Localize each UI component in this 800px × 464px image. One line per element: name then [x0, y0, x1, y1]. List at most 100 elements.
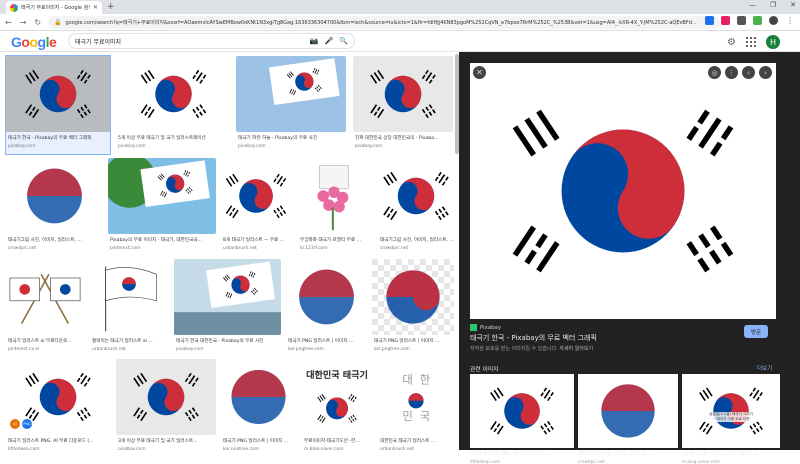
reload-icon[interactable]: ↻ — [34, 18, 41, 27]
close-window-icon[interactable]: ✕ — [790, 1, 796, 9]
result-item[interactable]: 태극기 PNG 일러스트 | 이미지 ... kor.pngtree.com — [286, 259, 367, 357]
result-thumbnail[interactable] — [108, 158, 216, 234]
avatar[interactable]: H — [766, 35, 780, 49]
result-item[interactable]: Pixabay의 무료 이미지 - 태극기, 대한민국국... pinterest… — [108, 158, 216, 256]
result-item[interactable]: 태극기 PNG 일러스트 | 이미지 ... kor.pngtree.com — [221, 359, 296, 450]
extension-icon[interactable] — [737, 16, 746, 25]
result-thumbnail[interactable] — [353, 56, 453, 132]
result-item[interactable]: 대 한 민 국 대한민국 태극기 일러스트 ... urbanbrush.net — [378, 359, 454, 450]
result-item[interactable]: 태극기 일러스트 ai 무료다운로... pinterest.co.kr — [6, 259, 84, 357]
result-caption[interactable]: Pixabay의 무료 이미지 - 태극기, 대한민국국... — [110, 237, 216, 243]
lens-icon[interactable]: ◎ — [708, 66, 721, 79]
result-caption[interactable]: 8개 태극기 일러스트 ㅡ 무료 ... — [223, 237, 291, 243]
result-caption[interactable]: 무료이미지-태극기도안 -한... — [304, 438, 372, 444]
preview-title[interactable]: 태극기 한국 - Pixabay의 무료 벡터 그래픽 — [470, 333, 597, 343]
result-item[interactable]: 태극기 한국 대한민국 - Pixabay의 무료 사진 pixabay.com — [174, 259, 281, 357]
result-thumbnail[interactable]: 대한민국 태극기 — [302, 359, 372, 435]
search-icon[interactable]: 🔍 — [339, 37, 348, 45]
extension-icon[interactable] — [705, 16, 714, 25]
next-icon[interactable]: › — [759, 66, 772, 79]
result-item[interactable]: 태극기그림 사진, 이미지, 일러스트, ... crowdpic.net — [378, 158, 454, 256]
result-caption[interactable]: 태극기 파란 하늘 - Pixabay의 무료 사진 — [238, 135, 346, 141]
result-thumbnail[interactable] — [174, 259, 281, 335]
result-caption[interactable]: 무궁화와 태극기 로열티 무료 ... — [300, 237, 370, 243]
result-item[interactable]: 무궁화와 태극기 로열티 무료 ... kr.123rf.com — [298, 158, 370, 256]
close-preview-icon[interactable]: ✕ — [473, 66, 486, 79]
result-caption[interactable]: 태극기 PNG 일러스트 | 이미지 ... — [223, 438, 296, 444]
result-thumbnail[interactable] — [236, 56, 346, 132]
minimize-icon[interactable]: — — [749, 1, 756, 9]
extension-icon[interactable] — [721, 16, 730, 25]
address-bar[interactable]: 🔒 google.com/search?q=태극기+무료이미지&sxsrf=AO… — [48, 16, 720, 29]
source-name[interactable]: Pixabay — [480, 325, 501, 331]
browser-menu-icon[interactable]: ⋮ — [786, 16, 794, 25]
result-caption[interactable]: 대한민국 태극기 일러스트 ... — [380, 438, 454, 444]
result-thumbnail[interactable] — [372, 259, 454, 335]
result-thumbnail[interactable] — [298, 158, 370, 234]
result-caption[interactable]: 태극기 일러스트 PNG, AI 무료 다운로드 (... — [8, 438, 110, 444]
result-item[interactable]: 태극기 일러스트 PNG, AI 무료 다운로드 (... littledeep.… — [6, 359, 110, 450]
result-item[interactable]: 진짜 대한민국 상징 대한민국의 - Pixaba... pixabay.com — [353, 56, 453, 154]
result-site: pinterest.com — [110, 246, 141, 251]
forward-icon[interactable]: → — [20, 18, 27, 27]
result-caption[interactable]: 진짜 대한민국 상징 대한민국의 - Pixaba... — [355, 135, 453, 141]
result-caption[interactable]: 5개 이상 무료 태극기 및 국기 일러스트레이션 — [118, 135, 231, 141]
related-image[interactable]: 삼일절(3.1절) 태극기 그리기 ~ 태극기 그림 무료 다운 — [682, 374, 780, 448]
result-thumbnail[interactable] — [6, 259, 84, 335]
result-thumbnail[interactable] — [6, 158, 103, 234]
result-item[interactable]: 5개 이상 무료 태극기 및 국기 일러스트레이션 pixabay.com — [116, 56, 231, 154]
result-caption[interactable]: 태극기 일러스트 ai 무료다운로... — [8, 338, 84, 344]
maximize-icon[interactable]: ❐ — [770, 1, 776, 9]
result-caption[interactable]: 태극기 한국 - Pixabay의 무료 벡터 그래픽 — [8, 135, 110, 141]
result-item[interactable]: 태극기 PNG 일러스트 | 이미지 ... kor.pngtree.com — [372, 259, 454, 357]
apps-icon[interactable] — [746, 37, 756, 47]
new-tab-button[interactable]: + — [107, 2, 115, 12]
close-tab-icon[interactable]: ✕ — [93, 4, 98, 11]
learn-more-link[interactable]: 자세히 알아보기 — [559, 346, 593, 352]
related-image[interactable] — [470, 374, 574, 448]
result-thumbnail[interactable]: 대 한 민 국 — [378, 359, 454, 435]
result-thumbnail[interactable] — [116, 56, 231, 132]
result-caption[interactable]: 태극기 PNG 일러스트 | 이미지 ... — [374, 338, 454, 344]
result-thumbnail[interactable] — [6, 56, 110, 132]
result-item[interactable]: 3개 이상 무료 태극기 및 국기 일러스트... pixabay.com — [116, 359, 216, 450]
result-item[interactable]: 태극기 한국 - Pixabay의 무료 벡터 그래픽 pixabay.com — [5, 55, 111, 155]
more-link[interactable]: 더보기 — [757, 364, 772, 372]
related-caption[interactable]: 태극기 일러스트 PNG, AI 무료 다운로드 (... — [470, 451, 574, 457]
result-item[interactable]: 태극기그림 사진, 이미지, 일러스트, ... crowdpic.net — [6, 158, 103, 256]
svg-text:대: 대 — [402, 372, 412, 386]
result-item[interactable]: 펄럭이는 태극기 일러스트 ai ... urbanbrush.net — [90, 259, 168, 357]
more-options-icon[interactable]: ⋮ — [725, 66, 738, 79]
microphone-icon[interactable]: 🎤 — [325, 37, 334, 45]
result-thumbnail[interactable] — [221, 359, 296, 435]
profile-icon[interactable] — [769, 16, 778, 25]
result-caption[interactable]: 태극기 PNG 일러스트 | 이미지 ... — [288, 338, 367, 344]
result-thumbnail[interactable] — [378, 158, 454, 234]
lock-icon[interactable]: 🔒 — [54, 19, 61, 26]
result-caption[interactable]: 펄럭이는 태극기 일러스트 ai ... — [92, 338, 168, 344]
result-caption[interactable]: 태극기그림 사진, 이미지, 일러스트, ... — [8, 237, 103, 243]
result-item[interactable]: 8개 태극기 일러스트 ㅡ 무료 ... urbanbrush.net — [221, 158, 291, 256]
related-caption[interactable]: 삼일절(3.1절) 태극기 그리기 - 태극기 그... — [682, 451, 780, 457]
result-thumbnail[interactable] — [116, 359, 216, 435]
result-thumbnail[interactable] — [286, 259, 367, 335]
search-input[interactable] — [75, 37, 304, 45]
result-thumbnail[interactable] — [221, 158, 291, 234]
related-caption[interactable]: 광복절태극기 사진, 이미지, 일러스트, ... — [578, 451, 678, 457]
result-item[interactable]: 대한민국 태극기 무료이미지-태극기도안 -한... m.blog.naver.c… — [302, 359, 372, 450]
prev-icon[interactable]: ‹ — [742, 66, 755, 79]
google-logo[interactable]: Google — [11, 34, 57, 50]
result-caption[interactable]: 태극기그림 사진, 이미지, 일러스트, ... — [380, 237, 454, 243]
result-item[interactable]: 태극기 파란 하늘 - Pixabay의 무료 사진 pixabay.com — [236, 56, 346, 154]
gear-icon[interactable]: ⚙ — [727, 37, 736, 48]
extension-icon[interactable] — [753, 16, 762, 25]
result-thumbnail[interactable] — [90, 259, 168, 335]
related-image[interactable] — [578, 374, 678, 448]
browser-tab[interactable]: 태극기 무료이미지 - Google 검색 ✕ — [6, 1, 102, 14]
back-icon[interactable]: ← — [5, 18, 12, 27]
visit-button[interactable]: 방문 — [744, 325, 768, 338]
result-caption[interactable]: 3개 이상 무료 태극기 및 국기 일러스트... — [118, 438, 216, 444]
camera-icon[interactable]: 📷 — [310, 37, 319, 45]
result-caption[interactable]: 태극기 한국 대한민국 - Pixabay의 무료 사진 — [176, 338, 281, 344]
preview-image[interactable] — [470, 63, 776, 319]
